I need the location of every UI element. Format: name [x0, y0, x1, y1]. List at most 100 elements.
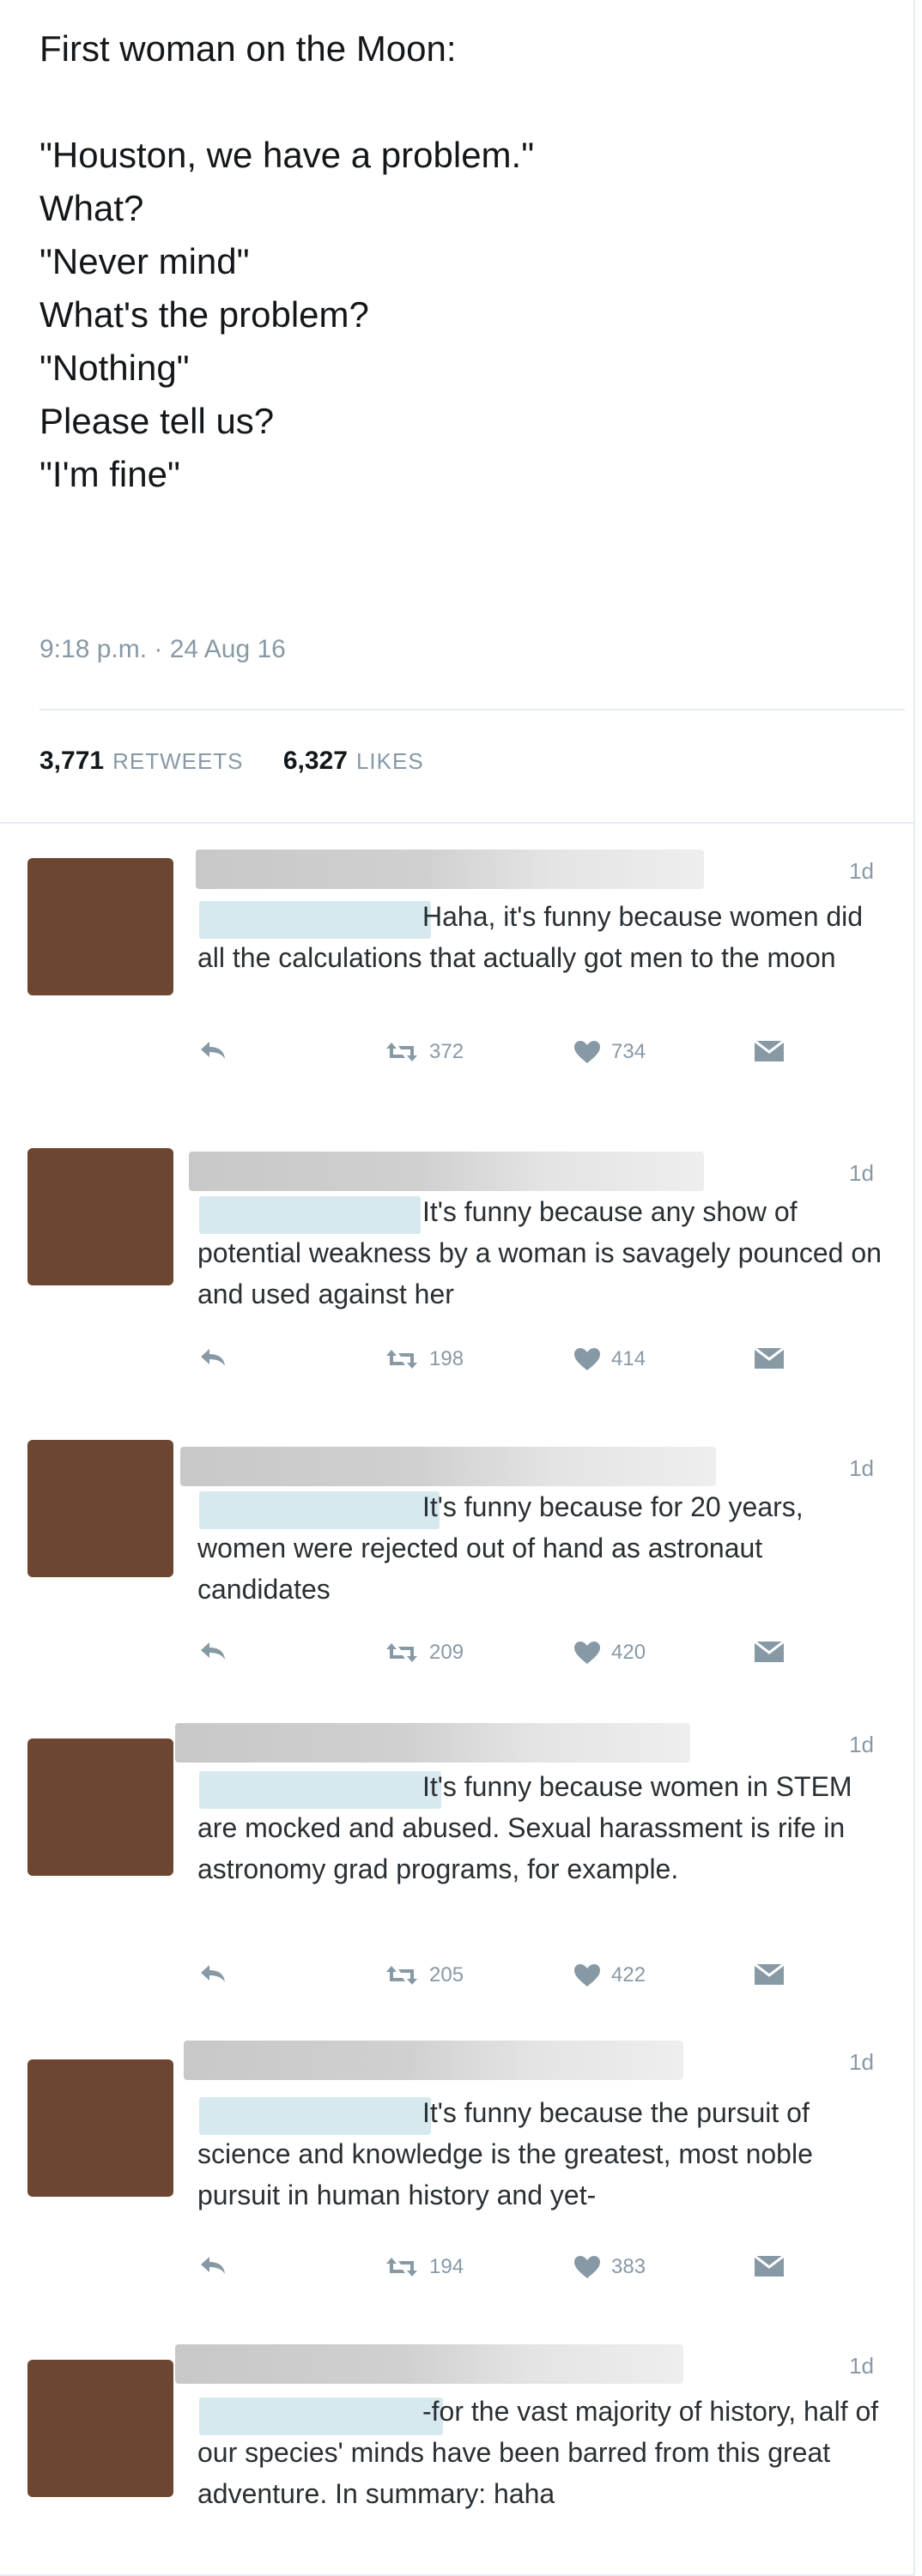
- envelope-icon: [754, 1347, 785, 1370]
- redacted-name: [175, 1723, 690, 1763]
- retweets-label: RETWEETS: [112, 748, 244, 774]
- tweet-line: "Nothing": [39, 348, 190, 388]
- avatar[interactable]: [27, 2059, 173, 2197]
- reply-actions: 194 383: [199, 2255, 834, 2289]
- tweet-line: "Never mind": [39, 241, 250, 281]
- reply-age[interactable]: 1d: [849, 858, 874, 885]
- reply-icon: [199, 2255, 227, 2276]
- like-count: 383: [611, 2255, 646, 2278]
- redacted-name: [180, 1447, 716, 1486]
- reply-text-content: It's funny because women in STEM are moc…: [197, 1771, 852, 1884]
- retweet-count: 209: [429, 1641, 464, 1664]
- reply-button[interactable]: [199, 1641, 227, 1661]
- reply-icon: [199, 1040, 227, 1061]
- likes-stat[interactable]: 6,327 LIKES: [283, 747, 457, 775]
- likes-label: LIKES: [355, 748, 424, 774]
- redacted-name: [175, 2344, 683, 2384]
- retweet-icon: [385, 1642, 419, 1664]
- like-button[interactable]: 383: [573, 2255, 646, 2279]
- message-button[interactable]: [754, 1347, 785, 1370]
- like-button[interactable]: 414: [573, 1347, 646, 1371]
- avatar[interactable]: [27, 2360, 173, 2497]
- reply-icon: [199, 1347, 227, 1368]
- like-button[interactable]: 420: [573, 1641, 646, 1665]
- reply-text: Haha, it's funny because women did all t…: [197, 896, 884, 978]
- retweet-icon: [385, 1348, 419, 1370]
- like-button[interactable]: 422: [573, 1963, 646, 1987]
- reply-tweet[interactable]: 1d It's funny because any show of potenti…: [0, 1114, 915, 1407]
- reply-actions: 198 414: [199, 1347, 834, 1382]
- like-count: 734: [611, 1040, 646, 1063]
- reply-age[interactable]: 1d: [849, 1732, 874, 1758]
- retweet-button[interactable]: 194: [385, 2255, 464, 2279]
- retweet-icon: [385, 1964, 419, 1986]
- reply-tweet[interactable]: 1d It's funny because women in STEM are m…: [0, 1701, 915, 2023]
- message-button[interactable]: [754, 1641, 785, 1663]
- heart-icon: [573, 1347, 601, 1371]
- reply-text: -for the vast majority of history, half …: [197, 2391, 884, 2514]
- reply-text: It's funny because the pursuit of scienc…: [197, 2092, 884, 2216]
- likes-count: 6,327: [282, 747, 348, 775]
- tweet-line: What?: [39, 188, 144, 228]
- retweet-button[interactable]: 372: [385, 1040, 464, 1064]
- retweets-count: 3,771: [39, 747, 105, 775]
- tweet-timestamp[interactable]: 9:18 p.m. · 24 Aug 16: [39, 635, 286, 664]
- retweet-count: 198: [429, 1347, 464, 1370]
- redacted-name: [184, 2041, 683, 2080]
- reply-button[interactable]: [199, 1347, 227, 1368]
- retweets-stat[interactable]: 3,771 RETWEETS: [39, 747, 283, 775]
- message-button[interactable]: [754, 1963, 785, 1986]
- reply-text-content: Haha, it's funny because women did all t…: [197, 901, 864, 973]
- heart-icon: [573, 1641, 601, 1665]
- conversation-view: First woman on the Moon: "Houston, we ha…: [0, 0, 922, 2576]
- reply-age[interactable]: 1d: [849, 1455, 874, 1482]
- redacted-name: [189, 1152, 704, 1191]
- reply-age[interactable]: 1d: [849, 2049, 874, 2076]
- retweet-button[interactable]: 209: [385, 1641, 464, 1665]
- tweet-line: First woman on the Moon:: [39, 28, 457, 69]
- reply-tweet[interactable]: 1d It's funny because the pursuit of scie…: [0, 2022, 915, 2327]
- tweet-line: Please tell us?: [39, 401, 275, 441]
- reply-tweet[interactable]: 1d Haha, it's funny because women did all…: [0, 824, 915, 1116]
- main-tweet: First woman on the Moon: "Houston, we ha…: [0, 0, 915, 824]
- reply-button[interactable]: [199, 1040, 227, 1061]
- envelope-icon: [754, 1641, 785, 1663]
- reply-tweet[interactable]: 1d -for the vast majority of history, hal…: [0, 2325, 915, 2576]
- avatar[interactable]: [27, 858, 173, 995]
- retweet-button[interactable]: 198: [385, 1347, 464, 1371]
- tweet-line: "Houston, we have a problem.": [39, 135, 535, 175]
- reply-text-content: It's funny because the pursuit of scienc…: [197, 2097, 813, 2210]
- reply-icon: [199, 1641, 227, 1661]
- like-count: 414: [611, 1347, 646, 1370]
- tweet-stats: 3,771 RETWEETS 6,327 LIKES: [39, 747, 457, 776]
- reply-actions: 372 734: [199, 1040, 834, 1074]
- heart-icon: [573, 1040, 601, 1064]
- reply-icon: [199, 1963, 227, 1984]
- envelope-icon: [754, 1963, 785, 1986]
- reply-age[interactable]: 1d: [849, 1160, 874, 1187]
- retweet-button[interactable]: 205: [385, 1963, 464, 1987]
- like-button[interactable]: 734: [573, 1040, 646, 1064]
- tweet-line: "I'm fine": [39, 454, 180, 494]
- like-count: 422: [611, 1963, 646, 1986]
- reply-text: It's funny because women in STEM are moc…: [197, 1766, 884, 1890]
- like-count: 420: [611, 1641, 646, 1664]
- reply-text-content: -for the vast majority of history, half …: [197, 2396, 879, 2509]
- reply-tweet[interactable]: 1d It's funny because for 20 years, women…: [0, 1406, 915, 1702]
- reply-age[interactable]: 1d: [849, 2353, 874, 2379]
- retweet-count: 372: [429, 1040, 464, 1063]
- message-button[interactable]: [754, 1040, 785, 1062]
- avatar[interactable]: [27, 1440, 173, 1577]
- reply-button[interactable]: [199, 2255, 227, 2276]
- reply-text: It's funny because for 20 years, women w…: [197, 1486, 884, 1610]
- reply-text: It's funny because any show of potential…: [197, 1191, 884, 1315]
- redacted-name: [196, 850, 704, 889]
- message-button[interactable]: [754, 2255, 785, 2277]
- avatar[interactable]: [27, 1738, 173, 1876]
- tweet-text: First woman on the Moon: "Houston, we ha…: [39, 22, 864, 501]
- avatar[interactable]: [27, 1148, 173, 1285]
- heart-icon: [573, 1963, 601, 1987]
- retweet-count: 194: [429, 2255, 464, 2278]
- retweet-icon: [385, 2256, 419, 2278]
- reply-button[interactable]: [199, 1963, 227, 1984]
